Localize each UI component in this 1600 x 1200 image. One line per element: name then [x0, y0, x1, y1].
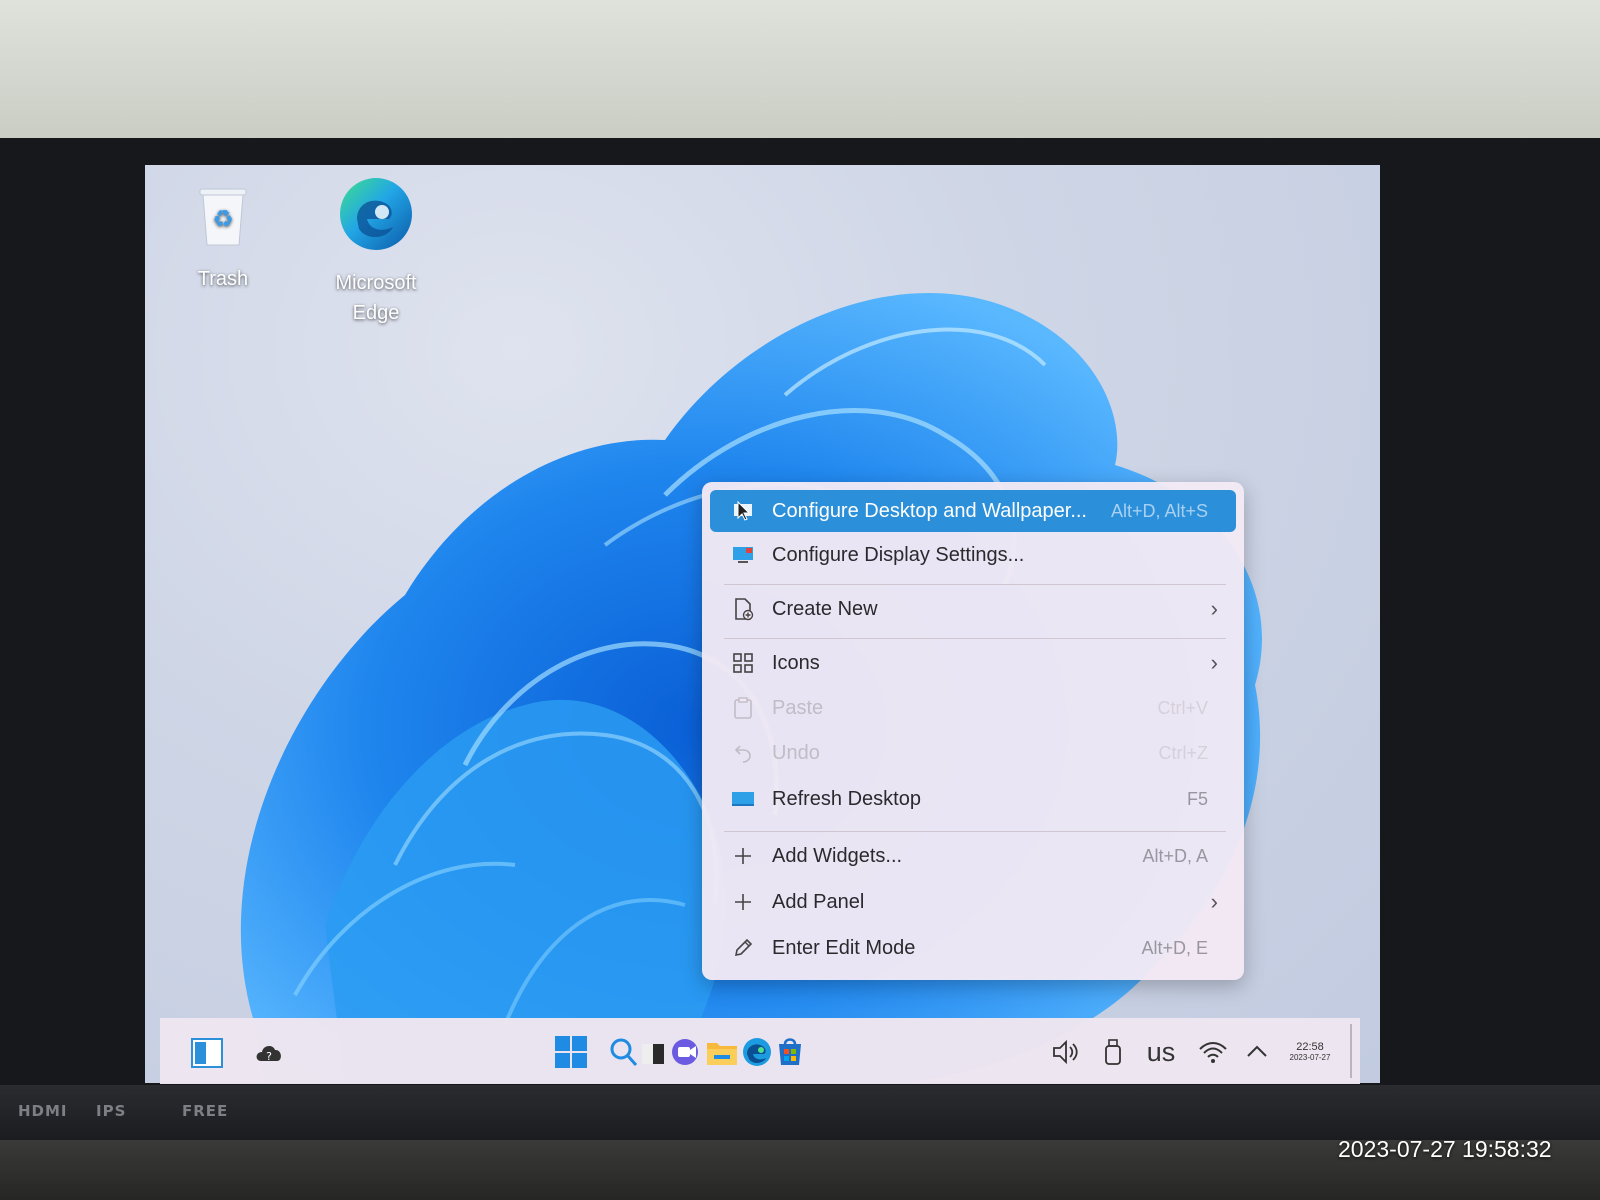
monitor-chin	[0, 1085, 1600, 1140]
menu-separator	[724, 584, 1226, 585]
menu-item-shortcut: Ctrl+Z	[1158, 742, 1209, 763]
plus-icon	[726, 892, 760, 912]
search-icon[interactable]	[608, 1034, 640, 1070]
clipboard-icon	[726, 696, 760, 720]
menu-item-shortcut: Alt+D, A	[1142, 845, 1208, 866]
svg-text:?: ?	[266, 1050, 272, 1063]
recycle-bin-icon: ♻	[173, 183, 273, 258]
menu-item-label: Paste	[772, 696, 824, 719]
menu-item-icons[interactable]: Icons ›	[710, 642, 1236, 684]
taskbar: ? us 22:58 2023-07-27	[160, 1018, 1360, 1084]
file-explorer-icon[interactable]	[705, 1034, 739, 1070]
volume-icon[interactable]	[1050, 1036, 1082, 1068]
edge-taskbar-icon[interactable]	[740, 1034, 774, 1070]
clock[interactable]: 22:58 2023-07-27	[1280, 1034, 1340, 1070]
menu-item-label: Enter Edit Mode	[772, 936, 916, 959]
menu-separator	[724, 831, 1226, 832]
desktop-icon-edge[interactable]: Microsoft Edge	[321, 175, 431, 328]
undo-icon	[726, 742, 760, 764]
menu-item-label: Configure Desktop and Wallpaper...	[772, 499, 1087, 522]
photo-timestamp: 2023-07-27 19:58:32	[1338, 1136, 1552, 1162]
clock-date: 2023-07-27	[1289, 1053, 1331, 1062]
cloud-sync-icon[interactable]: ?	[252, 1036, 286, 1070]
ips-label: IPS	[96, 1102, 127, 1120]
new-file-icon	[726, 597, 760, 621]
menu-item-shortcut: Alt+D, Alt+S	[1110, 500, 1208, 521]
desktop-icon-label: Microsoft Edge	[335, 272, 417, 324]
chevron-right-icon: ›	[1210, 889, 1218, 914]
edge-icon	[321, 175, 431, 262]
menu-item-label: Add Panel	[772, 890, 865, 913]
menu-item-shortcut: F5	[1186, 788, 1208, 809]
grid-icon	[726, 652, 760, 674]
menu-item-shortcut: Alt+D, E	[1141, 937, 1208, 958]
menu-item-label: Undo	[772, 741, 820, 764]
refresh-icon	[726, 790, 760, 808]
plus-icon	[726, 846, 760, 866]
menu-item-enter-edit-mode[interactable]: Enter Edit Mode Alt+D, E	[710, 927, 1236, 969]
keyboard-layout-indicator[interactable]: us	[1138, 1032, 1184, 1072]
desktop-settings-icon	[726, 500, 760, 522]
menu-item-label: Configure Display Settings...	[772, 543, 1025, 566]
svg-text:♻: ♻	[212, 205, 234, 233]
desktop-context-menu: Configure Desktop and Wallpaper... Alt+D…	[702, 482, 1244, 980]
free-label: FREE	[182, 1102, 229, 1120]
video-chat-icon[interactable]	[670, 1034, 704, 1070]
background-wall	[0, 0, 1600, 140]
display-icon	[726, 545, 760, 565]
menu-item-shortcut: Ctrl+V	[1157, 697, 1208, 718]
clock-time: 22:58	[1296, 1041, 1324, 1053]
menu-item-label: Create New	[772, 597, 878, 620]
menu-item-create-new[interactable]: Create New ›	[710, 588, 1236, 630]
taskbar-divider	[1350, 1024, 1352, 1078]
pencil-icon	[726, 937, 760, 959]
menu-item-configure-display[interactable]: Configure Display Settings...	[710, 534, 1236, 576]
menu-item-configure-desktop[interactable]: Configure Desktop and Wallpaper... Alt+D…	[710, 490, 1236, 532]
chevron-right-icon: ›	[1210, 596, 1218, 621]
desktop-icon-label: Trash	[197, 268, 249, 290]
menu-item-add-panel[interactable]: Add Panel ›	[710, 881, 1236, 923]
chevron-right-icon: ›	[1210, 650, 1218, 675]
wifi-icon[interactable]	[1196, 1036, 1230, 1068]
menu-item-paste[interactable]: Paste Ctrl+V	[710, 687, 1236, 729]
menu-item-add-widgets[interactable]: Add Widgets... Alt+D, A	[710, 835, 1236, 877]
store-icon[interactable]	[774, 1034, 806, 1070]
chevron-up-icon[interactable]	[1242, 1036, 1272, 1066]
show-desktop-icon[interactable]	[190, 1036, 224, 1070]
hdmi-label: HDMI	[18, 1102, 68, 1120]
menu-item-undo[interactable]: Undo Ctrl+Z	[710, 732, 1236, 774]
menu-separator	[724, 638, 1226, 639]
terminal-icon[interactable]	[640, 1036, 668, 1070]
start-menu-icon[interactable]	[553, 1034, 589, 1070]
menu-item-refresh-desktop[interactable]: Refresh Desktop F5	[710, 778, 1236, 820]
usb-device-icon[interactable]	[1100, 1036, 1126, 1068]
menu-item-label: Add Widgets...	[772, 844, 903, 867]
menu-item-label: Refresh Desktop	[772, 787, 921, 810]
menu-item-label: Icons	[772, 651, 820, 674]
desktop-icon-trash[interactable]: ♻ Trash	[173, 183, 273, 294]
